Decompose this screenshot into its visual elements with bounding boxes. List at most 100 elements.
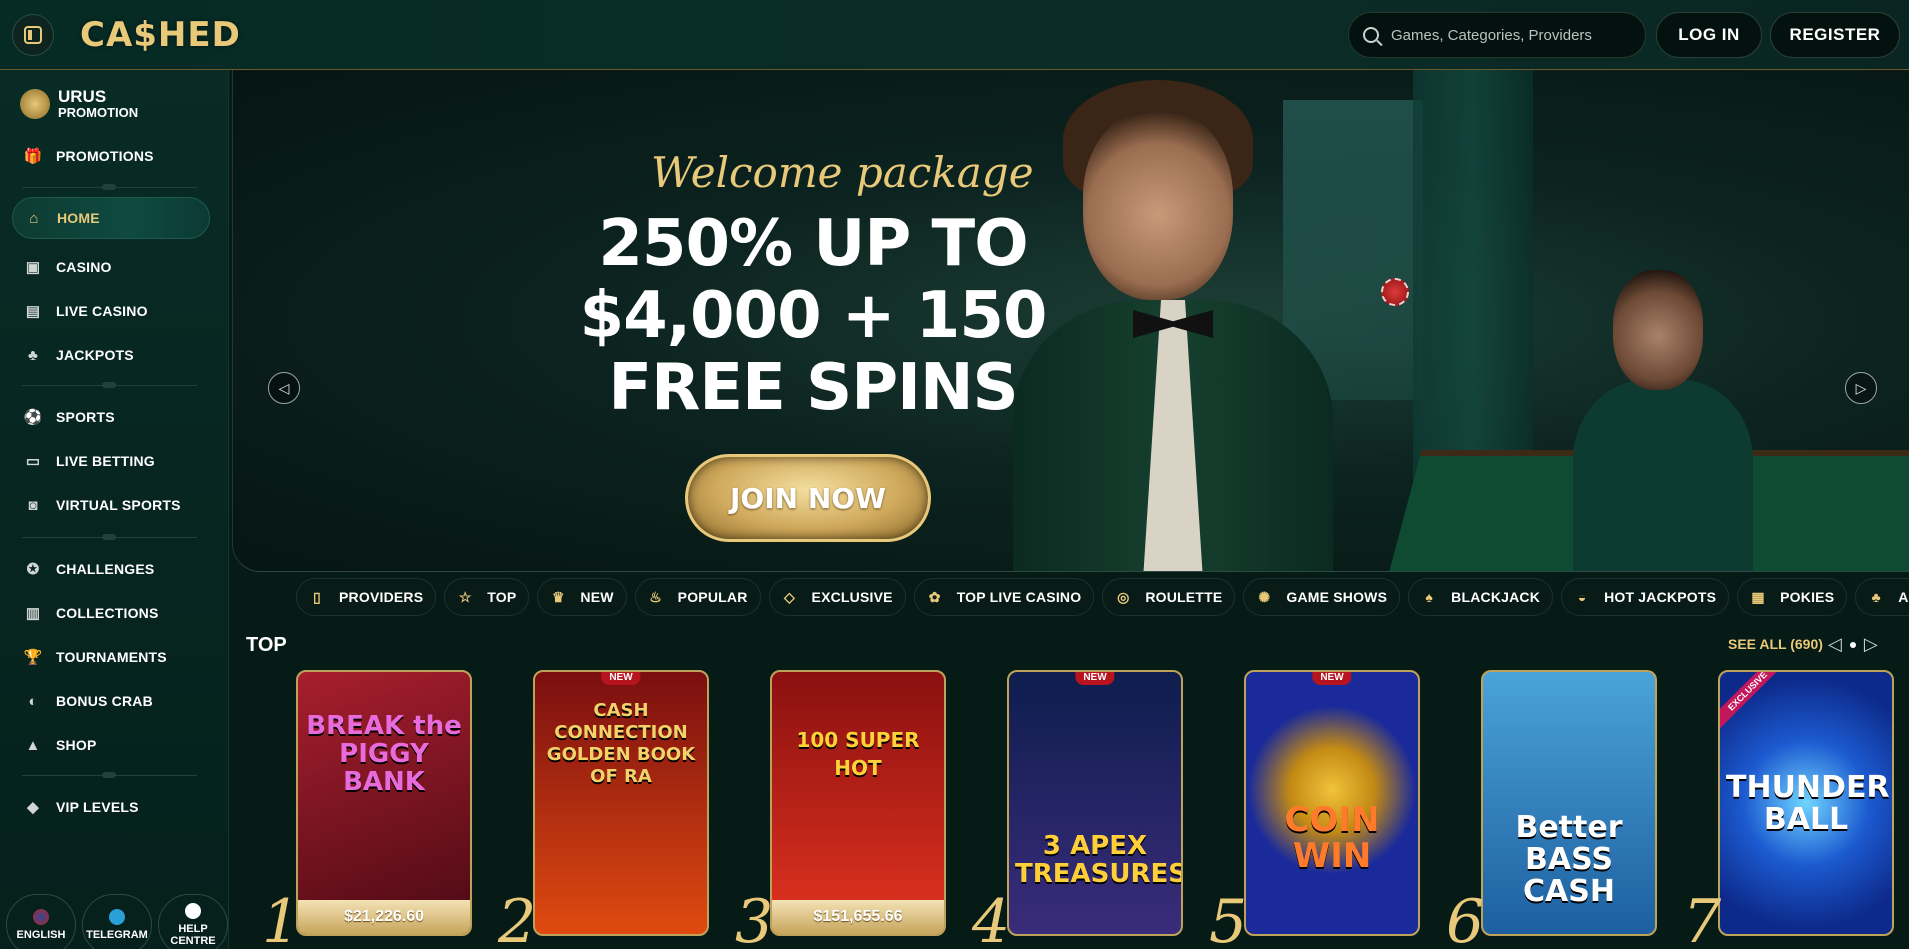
category-all-games[interactable]: ♣ALL GAMES [1855,578,1909,616]
live-icon: ▭ [25,453,41,470]
book-icon: ▯ [313,588,321,605]
rank-number: 5 [1209,887,1248,949]
clover-icon: ♣ [27,346,39,364]
sidebar-item-virtual-sports[interactable]: ◙ VIRTUAL SPORTS [12,484,210,526]
category-new[interactable]: ♛ NEW [537,578,627,616]
logo[interactable]: CA$HED [80,12,241,58]
sidebar-item-jackpots[interactable]: ♣ JACKPOTS [12,334,210,376]
category-hot-jackpots[interactable]: ◒ HOT JACKPOTS [1561,578,1730,616]
diamond-icon: ◆ [27,799,39,816]
category-roulette[interactable]: ◎ ROULETTE [1102,578,1236,616]
divider [22,772,197,778]
sidebar-item-shop[interactable]: ▲ SHOP [12,724,210,766]
roulette-icon: ◎ [1117,588,1130,605]
next-arrow-icon[interactable]: ▷ [1864,634,1878,655]
category-top[interactable]: ☆ TOP [444,578,530,616]
divider [22,184,197,190]
games-row: 1 BREAK the PIGGY BANK $21,226.60 2 NEW … [240,668,1909,949]
search-icon [1363,27,1379,43]
cards-icon: ♠ [1425,589,1433,605]
wheel-icon: ✺ [1258,588,1271,605]
fire-icon: ♨ [649,588,663,605]
page-dot [1849,641,1856,648]
promo-line1: URUS [58,87,107,106]
sidebar-item-live-betting[interactable]: ▭ LIVE BETTING [12,440,210,482]
casino-icon: ▣ [25,259,41,276]
cards-icon: ▤ [25,303,41,320]
bag-icon: ▲ [25,736,41,754]
new-badge: NEW [1075,672,1115,685]
section-title: TOP [246,634,287,656]
clover-icon: ♣ [1871,589,1881,605]
sidebar-item-promotions[interactable]: 🎁 PROMOTIONS [12,135,210,177]
hero-woman [1553,270,1773,571]
crab-icon: ◐ [28,692,38,710]
category-pokies[interactable]: ▦ POKIES [1737,578,1848,616]
telegram-icon [109,909,125,925]
casino-chip [1381,278,1409,306]
game-card-better-bass-cash[interactable]: Better BASS CASH [1481,670,1657,936]
login-button[interactable]: LOG IN [1656,12,1762,58]
rank-number: 6 [1446,887,1485,949]
game-card-thunder-ball[interactable]: EXCLUSIVE THUNDER BALL [1718,670,1894,936]
sidebar-item-vip-levels[interactable]: ◆ VIP LEVELS [12,786,210,828]
rank-number: 1 [262,887,301,949]
hero-banner[interactable]: Welcome package 250% UP TO $4,000 + 150 … [232,70,1909,572]
sidebar-item-challenges[interactable]: ✪ CHALLENGES [12,548,210,590]
new-badge: NEW [601,672,641,685]
sidebar-item-sports[interactable]: ⚽ SPORTS [12,396,210,438]
rank-number: 2 [498,887,537,949]
category-game-shows[interactable]: ✺ GAME SHOWS [1243,578,1401,616]
category-providers[interactable]: ▯ PROVIDERS [296,578,437,616]
new-icon: ♛ [552,588,565,605]
home-icon: ⌂ [29,209,39,227]
sidebar-item-tournaments[interactable]: 🏆 TOURNAMENTS [12,636,210,678]
sidebar-item-bonus-crab[interactable]: ◐ BONUS CRAB [12,680,210,722]
game-card-100-super-hot[interactable]: 100 SUPER HOT $151,655.66 [770,670,946,936]
star-icon: ☆ [458,588,472,605]
sidebar-item-live-casino[interactable]: ▤ LIVE CASINO [12,290,210,332]
sidebar: URUS PROMOTION 🎁 PROMOTIONS ⌂ HOME ▣ CASINO… [0,70,229,949]
hero-line-1: 250% UP TO [598,207,1028,281]
see-all-link[interactable]: SEE ALL (690) [1728,636,1823,652]
category-blackjack[interactable]: ♠ BLACKJACK [1408,578,1554,616]
promo-line2: PROMOTION [58,105,139,120]
search-input[interactable] [1391,26,1631,44]
help-centre-button[interactable]: HELP CENTRE [158,894,228,949]
virtual-icon: ◙ [28,496,38,514]
sidebar-item-casino[interactable]: ▣ CASINO [12,246,210,288]
sidebar-item-collections[interactable]: ▥ COLLECTIONS [12,592,210,634]
prev-arrow-icon[interactable]: ◁ [1828,634,1842,655]
language-button[interactable]: ENGLISH [6,894,76,949]
menu-toggle-button[interactable] [12,14,54,56]
join-now-button[interactable]: JOIN NOW [685,454,931,542]
jackpot-amount: $21,226.60 [298,900,470,934]
hero-next-arrow[interactable]: ▷ [1845,372,1877,404]
bull-icon [20,89,50,119]
new-badge: NEW [1312,672,1352,685]
jackpot-amount: $151,655.66 [772,900,944,934]
diamond-icon: ◇ [784,588,796,605]
sidebar-item-home[interactable]: ⌂ HOME [12,197,210,239]
section-nav: ◁ ▷ [1828,634,1878,655]
game-card-coin-win[interactable]: NEW COIN WIN [1244,670,1420,936]
game-card-break-the-piggy-bank[interactable]: BREAK the PIGGY BANK $21,226.60 [296,670,472,936]
category-exclusive[interactable]: ◇ EXCLUSIVE [768,578,906,616]
hero-headline: 250% UP TO $4,000 + 150 FREE SPINS [563,208,1063,424]
ball-icon: ⚽ [23,409,43,426]
rank-number: 4 [972,887,1011,949]
divider [22,382,197,388]
game-card-3-apex-treasures[interactable]: NEW 3 APEX TREASURES [1007,670,1183,936]
gift-icon: 🎁 [23,148,43,165]
flag-icon [33,909,49,925]
register-button[interactable]: REGISTER [1770,12,1900,58]
game-card-golden-book-of-ra[interactable]: NEW CASH CONNECTION GOLDEN BOOK OF RA [533,670,709,936]
category-bar: ▯ PROVIDERS ☆ TOP ♛ NEW ♨ POPULAR ◇ EXCLUSIVE… [296,578,1909,616]
telegram-button[interactable]: TELEGRAM [82,894,152,949]
hero-prev-arrow[interactable]: ◁ [268,372,300,404]
exclusive-badge: EXCLUSIVE [1720,672,1788,731]
search-bar[interactable] [1348,12,1646,58]
category-popular[interactable]: ♨ POPULAR [634,578,761,616]
urus-promotion-link[interactable]: URUS PROMOTION [20,88,138,120]
category-top-live-casino[interactable]: ✿ TOP LIVE CASINO [913,578,1095,616]
